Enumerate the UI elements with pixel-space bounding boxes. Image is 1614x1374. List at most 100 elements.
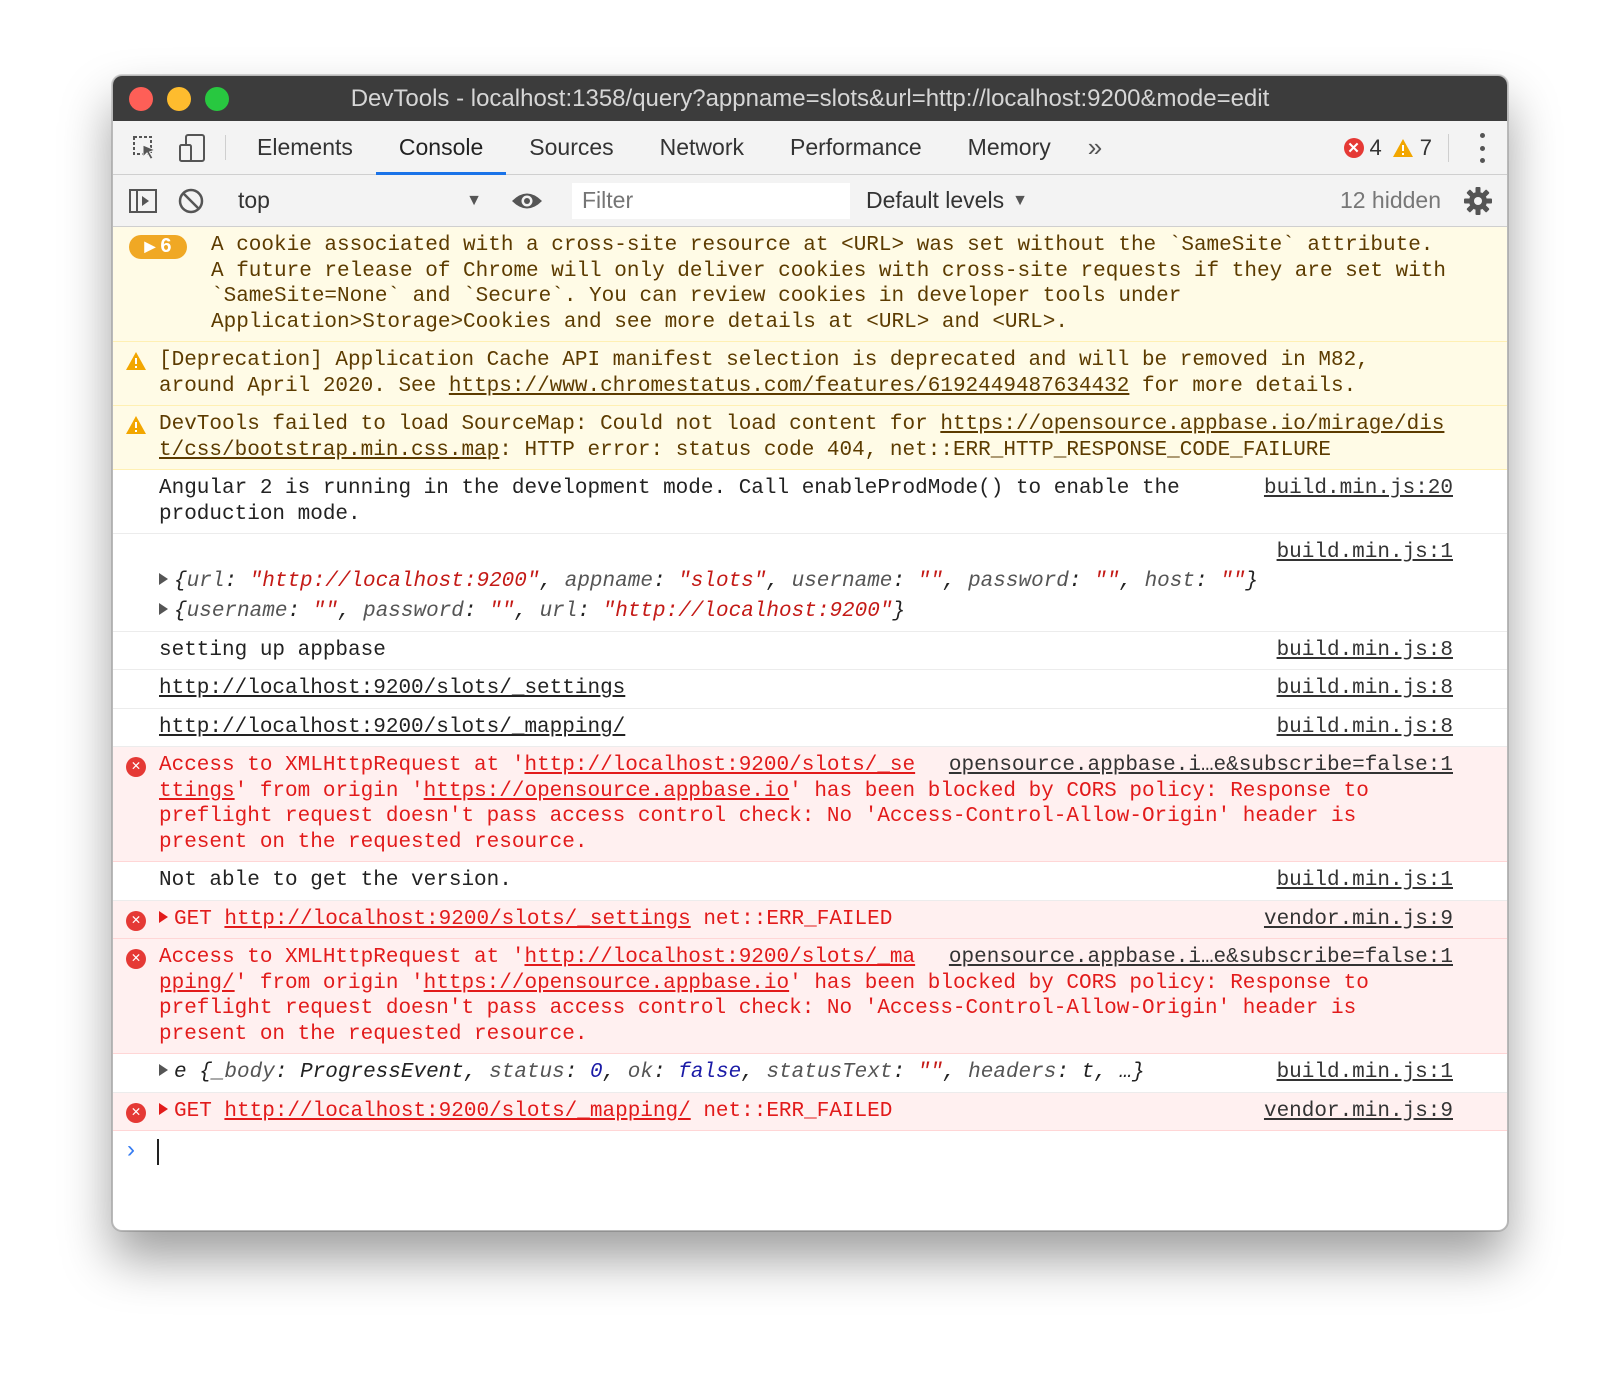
expand-triangle-icon[interactable] <box>159 1064 168 1076</box>
more-tabs-button[interactable]: » <box>1074 121 1116 174</box>
console-prompt[interactable]: › <box>113 1131 1507 1171</box>
tab-network[interactable]: Network <box>637 121 767 174</box>
message-source-link[interactable]: opensource.appbase.i…e&subscribe=false:1 <box>949 753 1453 779</box>
context-value: top <box>238 187 270 213</box>
error-count[interactable]: ✕ 4 <box>1343 135 1382 161</box>
message-text: Angular 2 is running in the development … <box>159 477 1180 526</box>
message-source-link[interactable]: build.min.js:1 <box>1277 541 1453 564</box>
console-message-log: build.min.js:8 http://localhost:9200/slo… <box>113 670 1507 709</box>
group-count: 6 <box>160 235 172 258</box>
message-text: DevTools failed to load SourceMap: Could… <box>159 413 941 436</box>
message-text: setting up appbase <box>159 638 386 662</box>
tab-console[interactable]: Console <box>375 121 507 175</box>
message-source-link[interactable]: build.min.js:1 <box>1277 1060 1453 1086</box>
message-link[interactable]: http://localhost:9200/slots/_settings <box>159 677 625 700</box>
console-message-log: build.min.js:1 {url: "http://localhost:9… <box>113 534 1507 632</box>
message-link[interactable]: http://localhost:9200/slots/_mapping/ <box>224 1100 690 1123</box>
inspect-element-button[interactable] <box>121 121 169 174</box>
device-toolbar-button[interactable] <box>169 121 217 174</box>
object-preview[interactable]: {url: "http://localhost:9200", appname: … <box>159 569 1453 595</box>
message-text: ' from origin ' <box>234 971 424 995</box>
console-message-warning: [Deprecation] Application Cache API mani… <box>113 342 1507 406</box>
warning-count[interactable]: 7 <box>1392 135 1432 161</box>
request-method: GET <box>174 1099 212 1123</box>
console-messages: ▶ 6 A cookie associated with a cross-sit… <box>113 227 1507 1171</box>
filter-input[interactable] <box>572 182 850 219</box>
warning-count-value: 7 <box>1419 135 1432 160</box>
inspect-cursor-icon <box>133 135 157 160</box>
issue-counts[interactable]: ✕ 4 7 <box>1334 121 1449 175</box>
message-source-link[interactable]: build.min.js:20 <box>1264 476 1453 502</box>
console-message-log: build.min.js:8 setting up appbase <box>113 632 1507 670</box>
expand-triangle-icon[interactable] <box>159 572 168 585</box>
message-group-badge[interactable]: ▶ 6 <box>129 235 187 259</box>
message-source-link[interactable]: build.min.js:8 <box>1277 715 1453 741</box>
message-source-link[interactable]: vendor.min.js:9 <box>1264 907 1453 933</box>
message-text: : HTTP error: status code 404, net::ERR_… <box>499 438 1332 462</box>
console-message-log: build.min.js:20 Angular 2 is running in … <box>113 470 1507 534</box>
message-source-link[interactable]: vendor.min.js:9 <box>1264 1099 1453 1125</box>
console-message-log[interactable]: build.min.js:1 e {_body: ProgressEvent, … <box>113 1054 1507 1093</box>
console-message-error[interactable]: ✕ vendor.min.js:9 GET http://localhost:9… <box>113 900 1507 939</box>
console-message-error: ✕ opensource.appbase.i…e&subscribe=false… <box>113 939 1507 1054</box>
tab-label: Elements <box>257 134 353 160</box>
device-mode-icon <box>179 133 205 162</box>
warning-icon <box>126 352 146 370</box>
live-expression-button[interactable] <box>503 190 551 212</box>
message-text: ' from origin ' <box>234 779 424 803</box>
close-window-button[interactable] <box>129 87 153 111</box>
expand-triangle-icon[interactable] <box>159 1102 168 1115</box>
context-selector[interactable]: top ▼ <box>224 187 494 214</box>
tab-label: Console <box>398 134 484 160</box>
message-link[interactable]: https://www.chromestatus.com/features/61… <box>449 375 1130 398</box>
toolbar-divider <box>225 135 226 160</box>
devtools-window: DevTools - localhost:1358/query?appname=… <box>112 75 1508 1231</box>
request-status: net::ERR_FAILED <box>703 1099 893 1123</box>
gear-icon <box>1464 187 1492 215</box>
message-text: A cookie associated with a cross-site re… <box>211 234 1447 334</box>
message-link[interactable]: https://opensource.appbase.io <box>424 780 789 803</box>
warning-icon <box>126 416 146 434</box>
expand-triangle-icon[interactable] <box>159 910 168 923</box>
message-source-link[interactable]: opensource.appbase.i…e&subscribe=false:1 <box>949 945 1453 971</box>
console-settings-button[interactable] <box>1463 186 1493 222</box>
message-text: Access to XMLHttpRequest at ' <box>159 946 525 969</box>
console-message-log: build.min.js:1 Not able to get the versi… <box>113 862 1507 901</box>
expand-triangle-icon[interactable] <box>159 603 168 615</box>
dropdown-arrow-icon: ▼ <box>466 191 482 209</box>
console-message-log: build.min.js:8 http://localhost:9200/slo… <box>113 709 1507 747</box>
tab-performance[interactable]: Performance <box>767 121 945 174</box>
minimize-window-button[interactable] <box>167 87 191 111</box>
tab-elements[interactable]: Elements <box>234 121 376 174</box>
object-preview[interactable]: {username: "", password: "", url: "http:… <box>159 599 1453 625</box>
request-method: GET <box>174 907 212 931</box>
panel-tab-bar: Elements Console Sources Network Perform… <box>113 121 1507 175</box>
error-icon: ✕ <box>126 910 146 931</box>
message-link[interactable]: https://opensource.appbase.io <box>424 972 789 995</box>
console-message-warning: DevTools failed to load SourceMap: Could… <box>113 406 1507 470</box>
more-options-icon[interactable] <box>1477 133 1487 163</box>
tab-memory[interactable]: Memory <box>945 121 1074 174</box>
message-source-link[interactable]: build.min.js:8 <box>1277 638 1453 664</box>
hidden-count: 12 hidden <box>1339 187 1441 213</box>
message-source-link[interactable]: build.min.js:8 <box>1277 676 1453 702</box>
tab-label: Performance <box>790 134 922 160</box>
message-source-link[interactable]: build.min.js:1 <box>1277 868 1453 894</box>
dropdown-arrow-icon: ▼ <box>1012 191 1028 209</box>
error-icon: ✕ <box>126 1102 146 1123</box>
console-message-warning-group[interactable]: ▶ 6 A cookie associated with a cross-sit… <box>113 227 1507 342</box>
tab-sources[interactable]: Sources <box>506 121 636 174</box>
tab-label: Memory <box>967 134 1051 160</box>
warning-icon <box>1392 139 1413 157</box>
console-message-error[interactable]: ✕ vendor.min.js:9 GET http://localhost:9… <box>113 1092 1507 1131</box>
clear-console-button[interactable] <box>167 187 215 215</box>
window-title: DevTools - localhost:1358/query?appname=… <box>350 84 1270 112</box>
message-text: Not able to get the version. <box>159 869 512 892</box>
show-sidebar-button[interactable] <box>119 188 167 214</box>
error-icon: ✕ <box>126 949 146 969</box>
zoom-window-button[interactable] <box>205 87 229 111</box>
message-link[interactable]: http://localhost:9200/slots/_settings <box>224 908 690 931</box>
log-levels-dropdown[interactable]: Default levels ▼ <box>866 187 1028 214</box>
message-text: for more details. <box>1129 374 1357 398</box>
message-link[interactable]: http://localhost:9200/slots/_mapping/ <box>159 716 625 739</box>
